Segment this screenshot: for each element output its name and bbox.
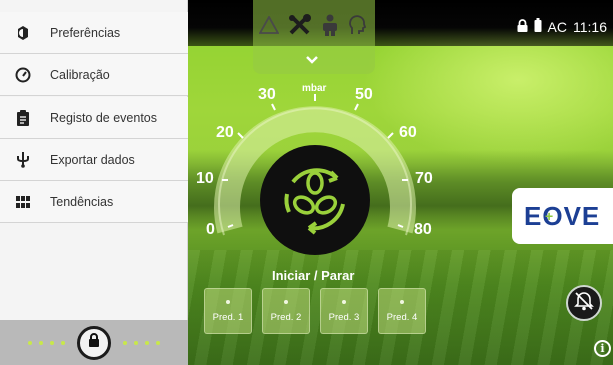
gauge-tick: [237, 132, 244, 139]
menu-item-label: Exportar dados: [50, 152, 135, 167]
preset-label: Pred. 4: [386, 311, 418, 323]
preset-indicator: [342, 299, 346, 304]
head-icon[interactable]: [348, 14, 368, 41]
preset-indicator: [284, 299, 288, 304]
gauge-tick: [387, 132, 394, 139]
preset-label: Pred. 3: [328, 311, 360, 323]
gauge-tick-label: 80: [414, 221, 432, 238]
gauge-tick-label: 10: [196, 170, 214, 187]
clipboard-icon: [14, 109, 32, 127]
fan-icon: [273, 156, 357, 245]
trends-icon: [14, 193, 32, 211]
alarm-bell-off-icon: [573, 290, 595, 317]
start-stop-label: Iniciar / Parar: [272, 268, 355, 283]
preset-indicator: [226, 299, 230, 304]
settings-icon: [14, 24, 32, 42]
patient-icon[interactable]: [321, 14, 339, 41]
lock-bar: [0, 320, 188, 365]
brand-logo-card: EOVE +: [512, 188, 613, 244]
brand-logo: EOVE: [524, 200, 601, 231]
gauge-tick: [271, 103, 276, 111]
gauge-tick: [354, 103, 359, 111]
preset-indicator: [400, 299, 404, 304]
gauge-tick-label: 50: [355, 86, 373, 103]
menu-item-calibration[interactable]: Calibração: [0, 54, 188, 96]
lock-icon: [88, 333, 100, 352]
menu-item-trends[interactable]: Tendências: [0, 181, 188, 223]
menu-item-label: Registo de eventos: [50, 110, 158, 125]
gauge-tick-label: 60: [399, 124, 417, 141]
lock-icon: [517, 18, 528, 35]
menu-item-label: Calibração: [50, 67, 110, 82]
menu-item-label: Tendências: [50, 194, 114, 209]
alarm-silence-button[interactable]: [566, 285, 602, 321]
slide-dots-right: [123, 340, 160, 345]
preset-label: Pred. 2: [270, 311, 302, 323]
info-button[interactable]: i: [594, 340, 611, 357]
clock: 11:16: [573, 18, 607, 35]
preset-button-3[interactable]: Pred. 3: [320, 288, 368, 334]
menu-item-export-data[interactable]: Exportar dados: [0, 139, 188, 181]
preset-button-1[interactable]: Pred. 1: [204, 288, 252, 334]
power-source-label: AC: [547, 18, 567, 35]
gauge-tick-label: 30: [258, 86, 276, 103]
sidebar-menu: Preferências Calibração Registo de event…: [0, 0, 188, 365]
battery-icon: [534, 18, 542, 35]
chevron-down-icon[interactable]: [305, 52, 319, 70]
usb-icon: [14, 151, 32, 169]
menu-item-label: Preferências: [50, 25, 121, 40]
gauge-tick-label: 70: [415, 170, 433, 187]
warning-icon[interactable]: [258, 15, 280, 39]
menu-item-event-log[interactable]: Registo de eventos: [0, 97, 188, 139]
status-bar: AC 11:16: [188, 0, 613, 46]
gauge-tick-label: 20: [216, 124, 234, 141]
info-icon: i: [600, 342, 605, 355]
ventilator-main-screen: AC 11:16 mbar 0 10 20 30 50 60 70 80 Ini…: [188, 0, 613, 365]
preset-button-2[interactable]: Pred. 2: [262, 288, 310, 334]
gauge-icon: [14, 66, 32, 84]
preset-label: Pred. 1: [212, 311, 244, 323]
tools-icon[interactable]: [288, 14, 312, 41]
gauge-tick-label: 0: [206, 221, 215, 238]
mode-tabs-panel[interactable]: [253, 0, 375, 74]
menu-item-preferences[interactable]: Preferências: [0, 12, 188, 54]
gauge-unit-label: mbar: [302, 83, 327, 94]
slide-dots-left: [28, 340, 65, 345]
preset-button-4[interactable]: Pred. 4: [378, 288, 426, 334]
start-stop-button[interactable]: [260, 145, 370, 255]
logo-plus-mark: +: [545, 208, 554, 224]
screen-lock-button[interactable]: [77, 325, 111, 360]
